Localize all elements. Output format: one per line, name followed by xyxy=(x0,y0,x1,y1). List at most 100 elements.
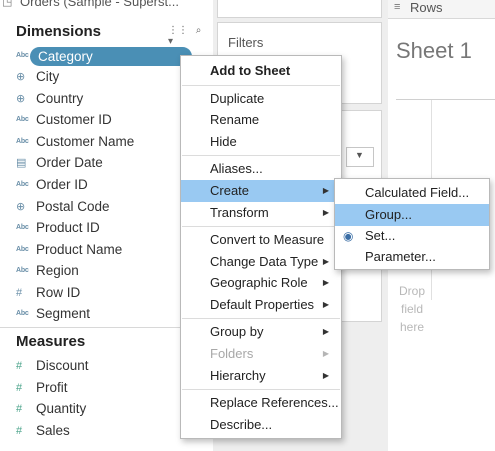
string-type-icon: Abc xyxy=(16,116,29,124)
submenu-item-label: Set... xyxy=(365,228,396,243)
field-segment[interactable]: Abc Segment xyxy=(16,304,90,324)
number-type-icon: # xyxy=(16,287,22,300)
menu-item-hierarchy[interactable]: Hierarchy ▶ xyxy=(181,365,341,387)
geo-type-icon: ⊕ xyxy=(16,201,26,214)
menu-separator xyxy=(182,155,340,156)
field-category[interactable]: Abc Category xyxy=(16,46,192,66)
view-divider xyxy=(396,99,495,100)
menu-item-group-by[interactable]: Group by ▶ xyxy=(181,321,341,343)
menu-item-label: Duplicate xyxy=(210,91,265,106)
string-type-icon: Abc xyxy=(16,138,29,146)
field-label: Quantity xyxy=(36,401,87,417)
string-type-icon: Abc xyxy=(16,267,29,275)
number-type-icon: # xyxy=(16,425,22,438)
field-discount[interactable]: # Discount xyxy=(16,356,89,376)
measures-header: Measures xyxy=(16,333,86,350)
field-postal-code[interactable]: ⊕ Postal Code xyxy=(16,197,110,217)
pages-card xyxy=(217,0,382,18)
set-icon: ◉ xyxy=(343,229,354,243)
rows-icon: ≡ xyxy=(394,1,401,13)
datasource-name: Orders (Sample - Superst... xyxy=(20,0,179,9)
field-city[interactable]: ⊕ City xyxy=(16,67,59,87)
menu-item-label: Change Data Type xyxy=(210,254,319,269)
field-product-name[interactable]: Abc Product Name xyxy=(16,240,122,260)
field-label: Profit xyxy=(36,380,68,396)
menu-item-label: Folders xyxy=(210,346,254,361)
datasource-row[interactable]: ◳ Orders (Sample - Superst... xyxy=(0,0,213,10)
submenu-item-parameter[interactable]: Parameter... xyxy=(335,246,489,268)
submenu-arrow-icon: ▶ xyxy=(322,327,329,336)
submenu-arrow-icon: ▶ xyxy=(322,278,329,287)
menu-item-rename[interactable]: Rename xyxy=(181,109,341,131)
drop-hint-line: here xyxy=(399,320,425,334)
menu-item-change-data-type[interactable]: Change Data Type ▶ xyxy=(181,251,341,273)
menu-item-add-to-sheet[interactable]: Add to Sheet xyxy=(181,60,341,82)
geo-type-icon: ⊕ xyxy=(16,93,26,106)
create-submenu: Calculated Field... Group... ◉ Set... Par… xyxy=(334,178,490,270)
geo-type-icon: ⊕ xyxy=(16,71,26,84)
menu-item-label: Add to Sheet xyxy=(210,63,291,78)
field-sales[interactable]: # Sales xyxy=(16,421,70,441)
menu-item-default-properties[interactable]: Default Properties ▶ xyxy=(181,294,341,316)
field-quantity[interactable]: # Quantity xyxy=(16,399,86,419)
menu-separator xyxy=(182,389,340,390)
field-customer-id[interactable]: Abc Customer ID xyxy=(16,110,112,130)
field-order-id[interactable]: Abc Order ID xyxy=(16,175,88,195)
grid-view-icon[interactable]: ⋮⋮ xyxy=(168,25,188,36)
menu-separator xyxy=(182,85,340,86)
field-customer-name[interactable]: Abc Customer Name xyxy=(16,132,134,152)
rows-label: Rows xyxy=(410,0,443,15)
menu-item-describe[interactable]: Describe... xyxy=(181,414,341,436)
sheet-title[interactable]: Sheet 1 xyxy=(396,38,472,64)
menu-separator xyxy=(182,226,340,227)
field-label: City xyxy=(36,69,60,85)
menu-separator xyxy=(182,318,340,319)
field-profit[interactable]: # Profit xyxy=(16,378,68,398)
field-label: Sales xyxy=(36,423,70,439)
field-label: Discount xyxy=(36,358,89,374)
menu-item-label: Hierarchy xyxy=(210,368,266,383)
field-label: Product ID xyxy=(36,220,100,236)
menu-item-label: Hide xyxy=(210,134,237,149)
menu-item-hide[interactable]: Hide xyxy=(181,131,341,153)
field-product-id[interactable]: Abc Product ID xyxy=(16,218,100,238)
submenu-item-group[interactable]: Group... xyxy=(335,204,489,226)
menu-item-label: Replace References... xyxy=(210,395,339,410)
field-label: Row ID xyxy=(36,285,81,301)
menu-item-duplicate[interactable]: Duplicate xyxy=(181,88,341,110)
menu-item-label: Create xyxy=(210,183,250,198)
number-type-icon: # xyxy=(16,403,22,416)
string-type-icon: Abc xyxy=(16,224,29,232)
field-region[interactable]: Abc Region xyxy=(16,261,79,281)
dimensions-header: Dimensions xyxy=(16,23,102,40)
field-label: Order ID xyxy=(36,177,88,193)
field-label: Order Date xyxy=(36,155,103,171)
menu-item-label: Transform xyxy=(210,205,269,220)
filters-title: Filters xyxy=(228,35,264,50)
submenu-arrow-icon: ▶ xyxy=(322,300,329,309)
rows-shelf[interactable]: ≡ Rows xyxy=(388,0,495,19)
menu-item-label: Geographic Role xyxy=(210,275,308,290)
search-icon[interactable]: ⌕ xyxy=(196,25,202,36)
drop-field-hint: Drop field here xyxy=(397,282,427,336)
field-country[interactable]: ⊕ Country xyxy=(16,89,83,109)
menu-item-convert-to-measure[interactable]: Convert to Measure xyxy=(181,229,341,251)
menu-item-replace-references[interactable]: Replace References... xyxy=(181,392,341,414)
field-order-date[interactable]: ▤ Order Date xyxy=(16,153,103,173)
mark-type-dropdown[interactable]: ▼ xyxy=(346,147,374,167)
menu-item-transform[interactable]: Transform ▶ xyxy=(181,202,341,224)
field-label: Segment xyxy=(36,306,91,322)
submenu-item-set[interactable]: ◉ Set... xyxy=(335,225,489,247)
menu-item-label: Default Properties xyxy=(210,297,315,312)
field-label: Country xyxy=(36,91,84,107)
submenu-arrow-icon: ▶ xyxy=(322,257,329,266)
submenu-arrow-icon: ▶ xyxy=(322,186,329,195)
menu-item-aliases[interactable]: Aliases... xyxy=(181,158,341,180)
submenu-arrow-icon: ▶ xyxy=(322,349,329,358)
field-row-id[interactable]: # Row ID xyxy=(16,283,80,303)
field-label: Postal Code xyxy=(36,199,110,215)
date-type-icon: ▤ xyxy=(16,157,27,170)
submenu-item-calculated-field[interactable]: Calculated Field... xyxy=(335,182,489,204)
menu-item-create[interactable]: Create ▶ xyxy=(181,180,341,202)
menu-item-geographic-role[interactable]: Geographic Role ▶ xyxy=(181,272,341,294)
